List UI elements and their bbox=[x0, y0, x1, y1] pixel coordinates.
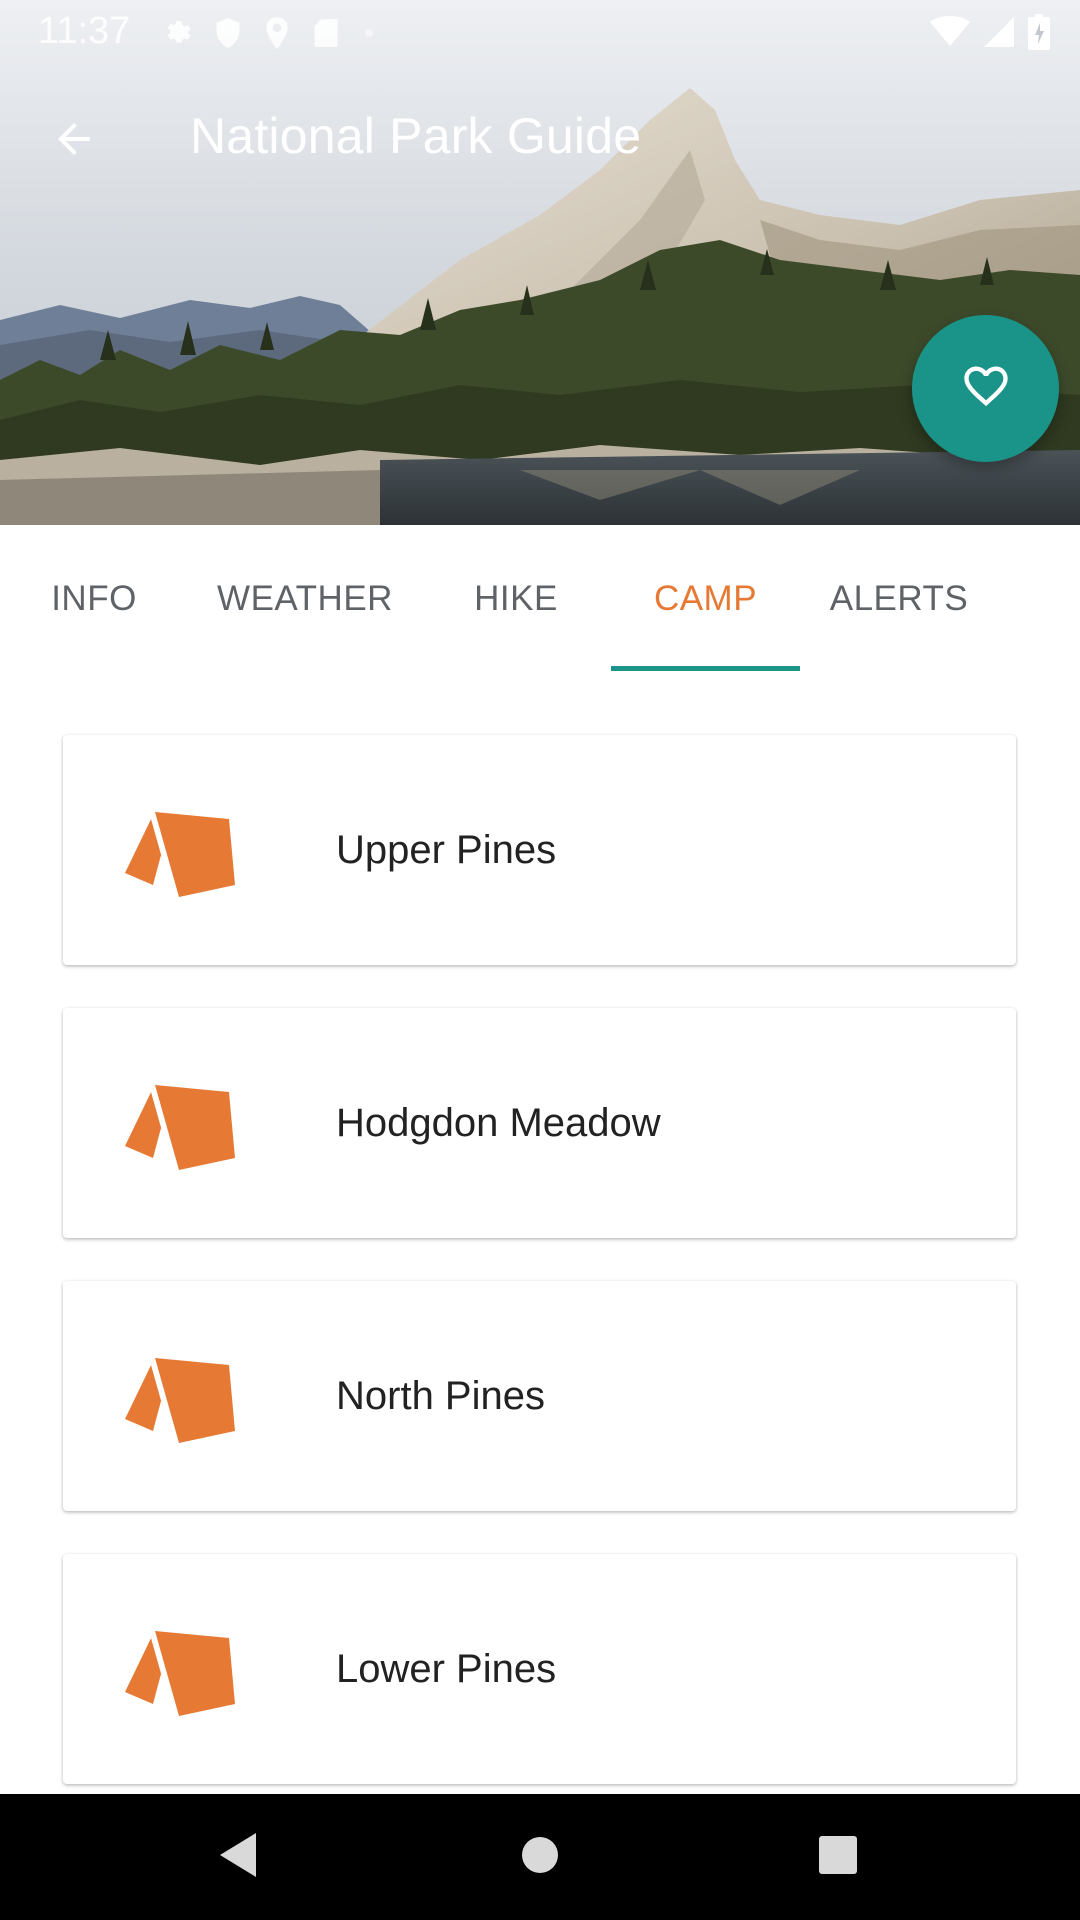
list-item[interactable]: Lower Pines bbox=[63, 1554, 1016, 1784]
tab-weather[interactable]: WEATHER bbox=[200, 525, 410, 673]
camp-name: Upper Pines bbox=[336, 827, 557, 872]
navigation-bar bbox=[0, 1794, 1080, 1920]
hero-image: 11:37 National Park Guide bbox=[0, 0, 1080, 525]
status-time: 11:37 bbox=[38, 10, 131, 52]
sd-card-icon bbox=[312, 18, 340, 48]
nav-recents-button[interactable] bbox=[778, 1794, 898, 1920]
shield-icon bbox=[214, 17, 242, 49]
back-triangle-icon bbox=[216, 1831, 260, 1884]
camp-name: Lower Pines bbox=[336, 1646, 557, 1691]
tab-alerts[interactable]: ALERTS bbox=[810, 525, 988, 673]
nav-home-button[interactable] bbox=[480, 1794, 600, 1920]
status-bar: 11:37 bbox=[0, 0, 1080, 63]
tent-icon bbox=[125, 1626, 235, 1716]
status-notification-icons bbox=[160, 16, 376, 50]
camp-list: Upper Pines Hodgdon Meadow North Pines L… bbox=[0, 673, 1080, 1794]
status-system-icons bbox=[930, 14, 1050, 50]
recents-square-icon bbox=[818, 1835, 858, 1880]
tab-selected-indicator bbox=[611, 666, 800, 671]
tab-camp[interactable]: CAMP bbox=[611, 525, 800, 673]
list-item[interactable]: Hodgdon Meadow bbox=[63, 1008, 1016, 1238]
camp-name: North Pines bbox=[336, 1373, 545, 1418]
tab-info[interactable]: INFO bbox=[0, 525, 188, 673]
location-icon bbox=[264, 16, 290, 50]
arrow-back-icon bbox=[50, 115, 98, 163]
list-item[interactable]: Upper Pines bbox=[63, 735, 1016, 965]
tab-hike[interactable]: HIKE bbox=[432, 525, 600, 673]
heart-outline-icon bbox=[960, 360, 1012, 417]
screen: 11:37 National Park Guide INFO WEATHER H… bbox=[0, 0, 1080, 1920]
app-bar: National Park Guide bbox=[0, 63, 1080, 210]
tent-icon bbox=[125, 1080, 235, 1170]
dot-icon bbox=[362, 26, 376, 40]
home-circle-icon bbox=[520, 1835, 560, 1880]
camp-name: Hodgdon Meadow bbox=[336, 1100, 661, 1145]
app-title: National Park Guide bbox=[190, 108, 642, 164]
wifi-icon bbox=[930, 16, 970, 48]
nav-back-button[interactable] bbox=[178, 1794, 298, 1920]
tab-bar: INFO WEATHER HIKE CAMP ALERTS bbox=[0, 525, 1080, 673]
favorite-button[interactable] bbox=[912, 315, 1059, 462]
settings-icon bbox=[160, 17, 192, 49]
cell-signal-icon bbox=[984, 17, 1014, 47]
list-item[interactable]: North Pines bbox=[63, 1281, 1016, 1511]
tent-icon bbox=[125, 1353, 235, 1443]
tent-icon bbox=[125, 807, 235, 897]
back-button[interactable] bbox=[40, 105, 108, 173]
battery-icon bbox=[1028, 14, 1050, 50]
